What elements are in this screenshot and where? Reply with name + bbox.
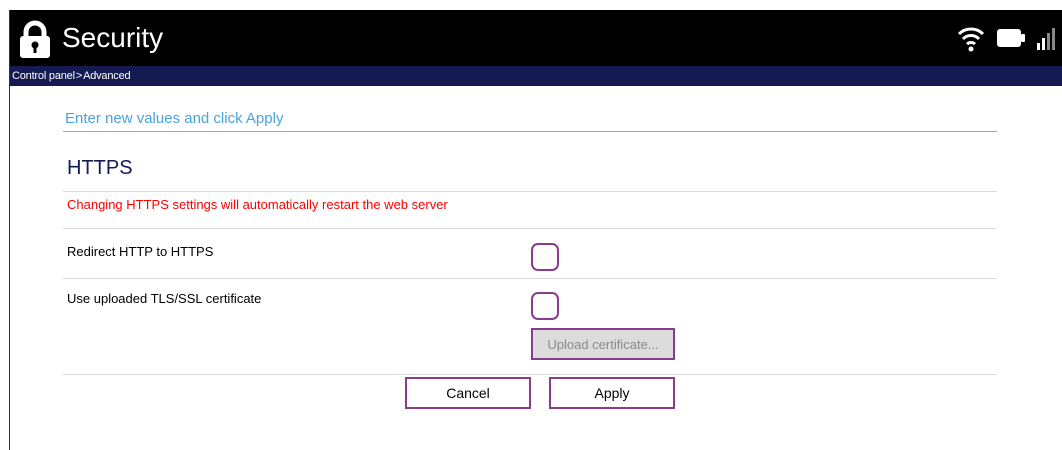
redirect-https-label: Redirect HTTP to HTTPS bbox=[67, 244, 214, 259]
battery-icon bbox=[997, 29, 1025, 47]
breadcrumb: Control panel>Advanced bbox=[12, 69, 131, 83]
uploaded-certificate-checkbox[interactable] bbox=[531, 292, 559, 320]
warning-text: Changing HTTPS settings will automatical… bbox=[67, 197, 448, 212]
breadcrumb-separator: > bbox=[75, 70, 83, 82]
instruction-divider bbox=[63, 131, 997, 132]
uploaded-certificate-label: Use uploaded TLS/SSL certificate bbox=[67, 291, 262, 306]
title-bar: Security bbox=[10, 10, 1062, 66]
wifi-icon bbox=[957, 27, 985, 52]
section-divider bbox=[63, 191, 997, 192]
device-frame: Security Control panel>Advanced bbox=[9, 10, 1062, 450]
instruction-text: Enter new values and click Apply bbox=[65, 110, 284, 127]
section-title: HTTPS bbox=[67, 157, 133, 179]
breadcrumb-advanced: Advanced bbox=[83, 70, 131, 82]
breadcrumb-control-panel[interactable]: Control panel bbox=[12, 70, 75, 82]
row-divider bbox=[63, 228, 997, 229]
row-divider bbox=[63, 278, 997, 279]
lock-icon bbox=[20, 20, 50, 58]
upload-certificate-button[interactable]: Upload certificate... bbox=[531, 328, 675, 360]
apply-button[interactable]: Apply bbox=[549, 377, 675, 409]
breadcrumb-bar: Control panel>Advanced bbox=[10, 66, 1062, 86]
page-title: Security bbox=[62, 22, 164, 53]
row-divider bbox=[63, 374, 997, 375]
signal-icon bbox=[1037, 28, 1055, 50]
redirect-https-checkbox[interactable] bbox=[531, 243, 559, 271]
status-icons bbox=[956, 20, 1056, 56]
cancel-button[interactable]: Cancel bbox=[405, 377, 531, 409]
